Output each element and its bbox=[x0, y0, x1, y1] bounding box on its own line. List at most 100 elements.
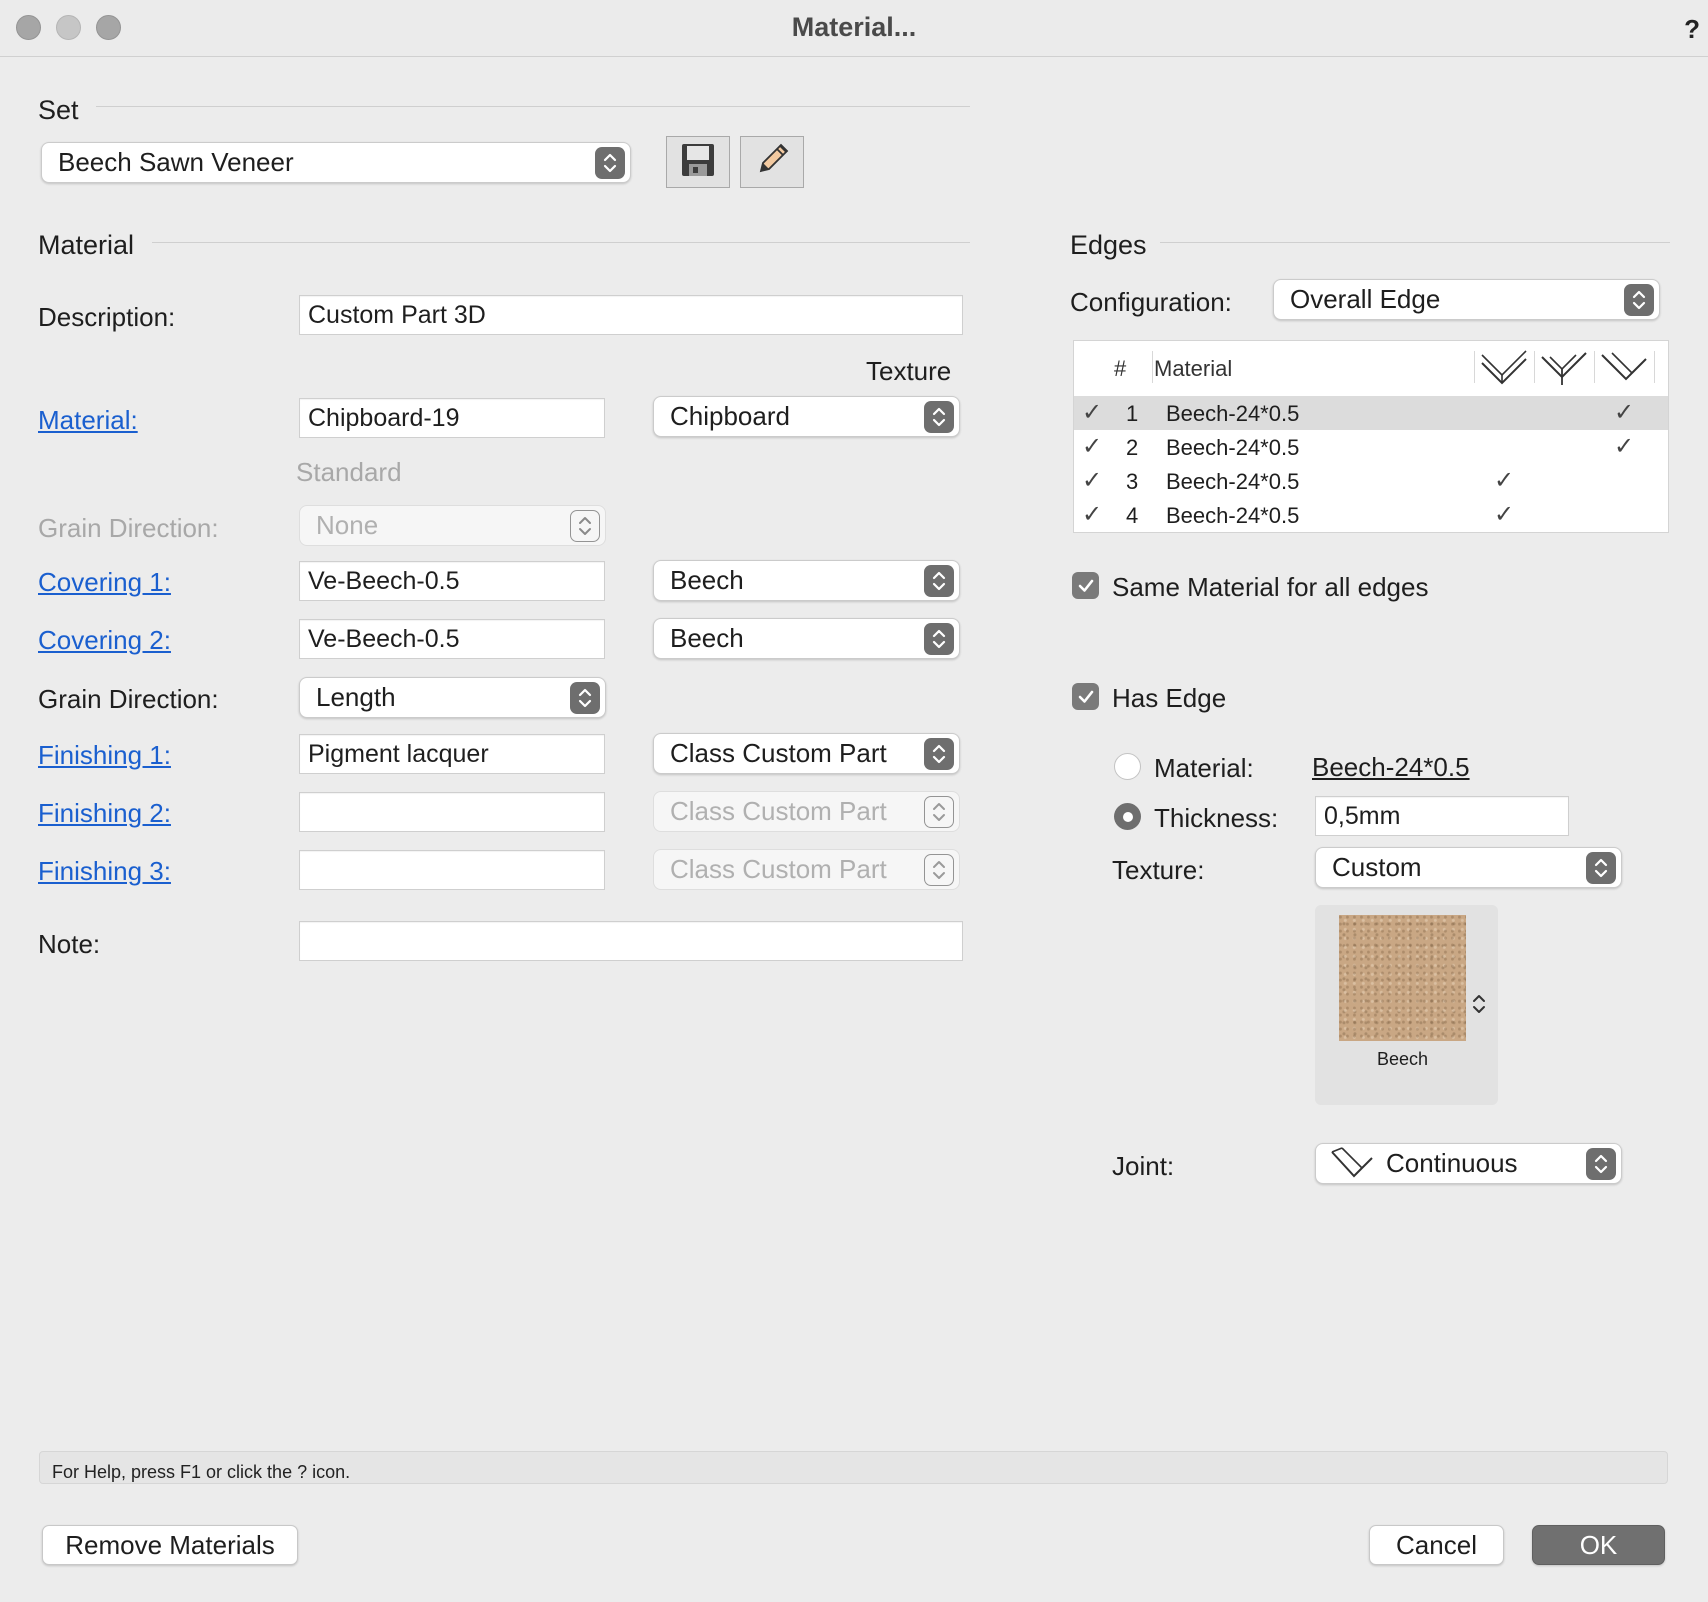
finishing1-class-popup[interactable]: Class Custom Part bbox=[653, 733, 960, 774]
covering1-link[interactable]: Covering 1: bbox=[38, 567, 171, 598]
note-field[interactable] bbox=[299, 921, 963, 961]
edges-divider bbox=[1160, 242, 1670, 243]
thickness-radio[interactable] bbox=[1114, 803, 1141, 830]
grain-direction-disabled-popup: None bbox=[299, 505, 606, 546]
material-link[interactable]: Material: bbox=[38, 405, 138, 436]
finishing1-field[interactable]: Pigment lacquer bbox=[299, 734, 605, 774]
row-enabled-check: ✓ bbox=[1082, 501, 1103, 528]
material-radio-label[interactable]: Material: bbox=[1154, 753, 1254, 784]
has-edge-label[interactable]: Has Edge bbox=[1112, 683, 1226, 714]
status-bar: For Help, press F1 or click the ? icon. bbox=[39, 1451, 1668, 1484]
covering1-texture-value: Beech bbox=[670, 565, 744, 595]
chevron-updown-icon bbox=[924, 795, 954, 828]
finishing3-class-popup: Class Custom Part bbox=[653, 849, 960, 890]
title-bar: Material... ? bbox=[0, 0, 1708, 57]
material-radio[interactable] bbox=[1114, 753, 1141, 780]
chevron-updown-icon bbox=[924, 622, 954, 655]
covering2-link[interactable]: Covering 2: bbox=[38, 625, 171, 656]
finishing2-class-popup: Class Custom Part bbox=[653, 791, 960, 832]
finishing1-class-value: Class Custom Part bbox=[670, 738, 887, 768]
configuration-popup[interactable]: Overall Edge bbox=[1273, 279, 1660, 320]
finishing2-link[interactable]: Finishing 2: bbox=[38, 798, 171, 829]
row-material: Beech-24*0.5 bbox=[1166, 469, 1300, 494]
thickness-field[interactable]: 0,5mm bbox=[1315, 796, 1569, 836]
covering1-field[interactable]: Ve-Beech-0.5 bbox=[299, 561, 605, 601]
joint-label: Joint: bbox=[1112, 1151, 1175, 1181]
same-material-label[interactable]: Same Material for all edges bbox=[1112, 572, 1428, 603]
remove-materials-button[interactable]: Remove Materials bbox=[42, 1525, 298, 1565]
finishing3-class-value: Class Custom Part bbox=[670, 854, 887, 884]
chevron-updown-icon bbox=[570, 509, 600, 542]
edge-texture-value: Custom bbox=[1332, 852, 1422, 882]
configuration-value: Overall Edge bbox=[1290, 284, 1441, 314]
finishing1-link[interactable]: Finishing 1: bbox=[38, 740, 171, 771]
texture-swatch-panel[interactable]: Beech bbox=[1315, 905, 1498, 1105]
material-standard-label: Standard bbox=[296, 457, 402, 487]
grain-direction-disabled-label: Grain Direction: bbox=[38, 513, 219, 543]
thickness-radio-label[interactable]: Thickness: bbox=[1154, 803, 1278, 834]
chevron-updown-icon bbox=[595, 146, 625, 179]
finishing2-field[interactable] bbox=[299, 792, 605, 832]
set-popup-value: Beech Sawn Veneer bbox=[58, 147, 294, 177]
row-enabled-check: ✓ bbox=[1082, 433, 1103, 460]
row-number: 2 bbox=[1126, 435, 1139, 460]
joint-popup[interactable]: Continuous bbox=[1315, 1143, 1622, 1184]
configuration-label: Configuration: bbox=[1070, 287, 1232, 317]
table-row[interactable]: ✓ 2 Beech-24*0.5 ✓ bbox=[1074, 430, 1668, 464]
row-material: Beech-24*0.5 bbox=[1166, 435, 1300, 460]
row-material: Beech-24*0.5 bbox=[1166, 503, 1300, 528]
swatch-stepper-icon[interactable] bbox=[1471, 991, 1487, 1022]
header-separator bbox=[1474, 351, 1475, 383]
description-label: Description: bbox=[38, 302, 176, 332]
save-set-button[interactable] bbox=[666, 136, 730, 188]
note-label: Note: bbox=[38, 929, 101, 959]
texture-swatch-image bbox=[1339, 915, 1466, 1041]
table-row[interactable]: ✓ 4 Beech-24*0.5 ✓ bbox=[1074, 498, 1668, 532]
chevron-updown-icon bbox=[924, 853, 954, 886]
edges-table[interactable]: # Material ✓ 1 Beech-24*0.5 ✓ ✓ 2 Beech-24*0.5… bbox=[1073, 340, 1669, 533]
finishing2-class-value: Class Custom Part bbox=[670, 796, 887, 826]
edit-set-button[interactable] bbox=[740, 136, 804, 188]
same-material-checkbox[interactable] bbox=[1072, 572, 1099, 599]
description-field[interactable]: Custom Part 3D bbox=[299, 295, 963, 335]
row-material: Beech-24*0.5 bbox=[1166, 401, 1300, 426]
row-joint-check: ✓ bbox=[1494, 467, 1515, 494]
chevron-updown-icon bbox=[1586, 851, 1616, 884]
header-separator bbox=[1654, 351, 1655, 383]
covering1-texture-popup[interactable]: Beech bbox=[653, 560, 960, 601]
covering2-texture-popup[interactable]: Beech bbox=[653, 618, 960, 659]
finishing3-link[interactable]: Finishing 3: bbox=[38, 856, 171, 887]
set-popup[interactable]: Beech Sawn Veneer bbox=[41, 142, 631, 183]
material-field[interactable]: Chipboard-19 bbox=[299, 398, 605, 438]
header-separator bbox=[1594, 351, 1595, 383]
edge-texture-popup[interactable]: Custom bbox=[1315, 847, 1622, 888]
cancel-button[interactable]: Cancel bbox=[1369, 1525, 1504, 1565]
chevron-updown-icon bbox=[1586, 1147, 1616, 1180]
edge-material-link[interactable]: Beech-24*0.5 bbox=[1312, 752, 1470, 783]
table-row[interactable]: ✓ 1 Beech-24*0.5 ✓ bbox=[1074, 396, 1668, 430]
butt-joint-icon bbox=[1538, 349, 1590, 392]
window-title: Material... bbox=[791, 12, 917, 42]
row-enabled-check: ✓ bbox=[1082, 399, 1103, 426]
row-enabled-check: ✓ bbox=[1082, 467, 1103, 494]
table-row[interactable]: ✓ 3 Beech-24*0.5 ✓ bbox=[1074, 464, 1668, 498]
material-divider bbox=[152, 242, 970, 243]
texture-swatch-name: Beech bbox=[1376, 1049, 1429, 1069]
row-number: 4 bbox=[1126, 503, 1139, 528]
row-joint-check: ✓ bbox=[1614, 433, 1635, 460]
grain-direction-popup[interactable]: Length bbox=[299, 677, 606, 718]
covering2-field[interactable]: Ve-Beech-0.5 bbox=[299, 619, 605, 659]
help-icon[interactable]: ? bbox=[1684, 14, 1700, 45]
texture-header: Texture bbox=[866, 356, 952, 386]
edge-texture-label: Texture: bbox=[1112, 855, 1205, 885]
row-joint-check: ✓ bbox=[1494, 501, 1515, 528]
chevron-updown-icon bbox=[1624, 283, 1654, 316]
has-edge-checkbox[interactable] bbox=[1072, 683, 1099, 710]
table-header-num: # bbox=[1114, 356, 1127, 381]
edges-section-title: Edges bbox=[1070, 230, 1147, 260]
material-texture-popup[interactable]: Chipboard bbox=[653, 396, 960, 437]
row-joint-check: ✓ bbox=[1614, 399, 1635, 426]
finishing3-field[interactable] bbox=[299, 850, 605, 890]
material-texture-value: Chipboard bbox=[670, 401, 790, 431]
ok-button[interactable]: OK bbox=[1532, 1525, 1665, 1565]
